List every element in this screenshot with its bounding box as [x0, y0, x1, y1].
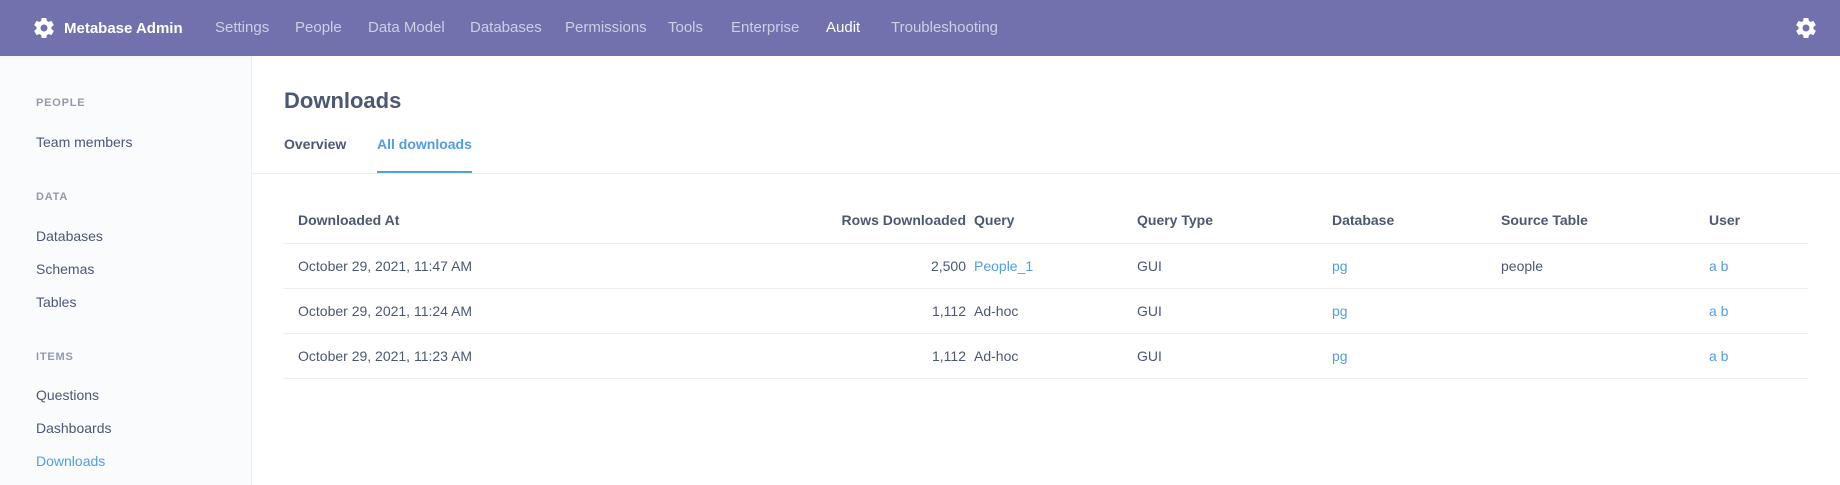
sidebar-item-team-members[interactable]: Team members [36, 134, 132, 150]
cell-query-type: GUI [1137, 348, 1162, 364]
cell-rows-downloaded: 2,500 [930, 258, 966, 274]
sidebar-section-data: DATA [36, 191, 69, 203]
sidebar-section-items: ITEMS [36, 351, 74, 363]
column-header-query[interactable]: Query [974, 212, 1014, 228]
nav-databases[interactable]: Databases [470, 0, 542, 56]
cell-user-link[interactable]: a b [1709, 348, 1728, 364]
column-header-downloaded-at[interactable]: Downloaded At [298, 212, 399, 228]
tabs-divider [252, 173, 1840, 174]
admin-nav-bar: Metabase Admin Settings People Data Mode… [0, 0, 1840, 56]
nav-permissions[interactable]: Permissions [565, 0, 647, 56]
table-bottom-rule [284, 378, 1808, 379]
nav-tools[interactable]: Tools [668, 0, 703, 56]
cell-downloaded-at: October 29, 2021, 11:23 AM [298, 348, 473, 364]
nav-people[interactable]: People [295, 0, 342, 56]
cell-source-table: people [1501, 258, 1544, 274]
cell-rows-downloaded: 1,112 [932, 348, 966, 364]
cell-database-link[interactable]: pg [1332, 303, 1348, 319]
table-row: October 29, 2021, 11:24 AM 1,112 Ad-hoc … [284, 288, 1808, 333]
cell-query-link[interactable]: People_1 [974, 258, 1033, 274]
cell-query: Ad-hoc [974, 348, 1019, 364]
cell-query: Ad-hoc [974, 303, 1019, 319]
cell-user-link[interactable]: a b [1709, 303, 1728, 319]
cell-user-link[interactable]: a b [1709, 258, 1728, 274]
page-title: Downloads [284, 88, 402, 113]
cell-database-link[interactable]: pg [1332, 348, 1348, 364]
sidebar-item-schemas[interactable]: Schemas [36, 261, 94, 277]
sidebar-item-questions[interactable]: Questions [36, 387, 99, 403]
brand-label: Metabase Admin [64, 19, 183, 37]
table-row: October 29, 2021, 11:23 AM 1,112 Ad-hoc … [284, 333, 1808, 378]
column-header-user[interactable]: User [1709, 212, 1740, 228]
column-header-query-type[interactable]: Query Type [1137, 212, 1213, 228]
sidebar-item-databases[interactable]: Databases [36, 228, 103, 244]
gear-icon[interactable] [1794, 16, 1818, 40]
nav-audit[interactable]: Audit [826, 0, 860, 56]
audit-sidebar: PEOPLE Team members DATA Databases Schem… [0, 56, 252, 485]
cell-database-link[interactable]: pg [1332, 258, 1348, 274]
cell-query-type: GUI [1137, 258, 1162, 274]
column-header-source-table[interactable]: Source Table [1501, 212, 1588, 228]
column-header-rows-downloaded[interactable]: Rows Downloaded [804, 212, 966, 228]
tab-overview[interactable]: Overview [284, 136, 346, 174]
nav-troubleshooting[interactable]: Troubleshooting [891, 0, 998, 56]
nav-enterprise[interactable]: Enterprise [731, 0, 799, 56]
nav-settings[interactable]: Settings [215, 0, 269, 56]
table-row: October 29, 2021, 11:47 AM 2,500 People_… [284, 243, 1808, 288]
cell-downloaded-at: October 29, 2021, 11:24 AM [298, 303, 473, 319]
gear-icon [32, 16, 56, 40]
column-header-database[interactable]: Database [1332, 212, 1394, 228]
sidebar-item-tables[interactable]: Tables [36, 294, 76, 310]
sidebar-section-people: PEOPLE [36, 97, 86, 109]
sidebar-item-downloads[interactable]: Downloads [36, 453, 105, 469]
tab-all-downloads[interactable]: All downloads [377, 136, 472, 174]
cell-rows-downloaded: 1,112 [932, 303, 966, 319]
nav-data-model[interactable]: Data Model [368, 0, 445, 56]
brand[interactable]: Metabase Admin [32, 0, 183, 56]
sidebar-item-dashboards[interactable]: Dashboards [36, 420, 112, 436]
cell-query-type: GUI [1137, 303, 1162, 319]
cell-downloaded-at: October 29, 2021, 11:47 AM [298, 258, 473, 274]
